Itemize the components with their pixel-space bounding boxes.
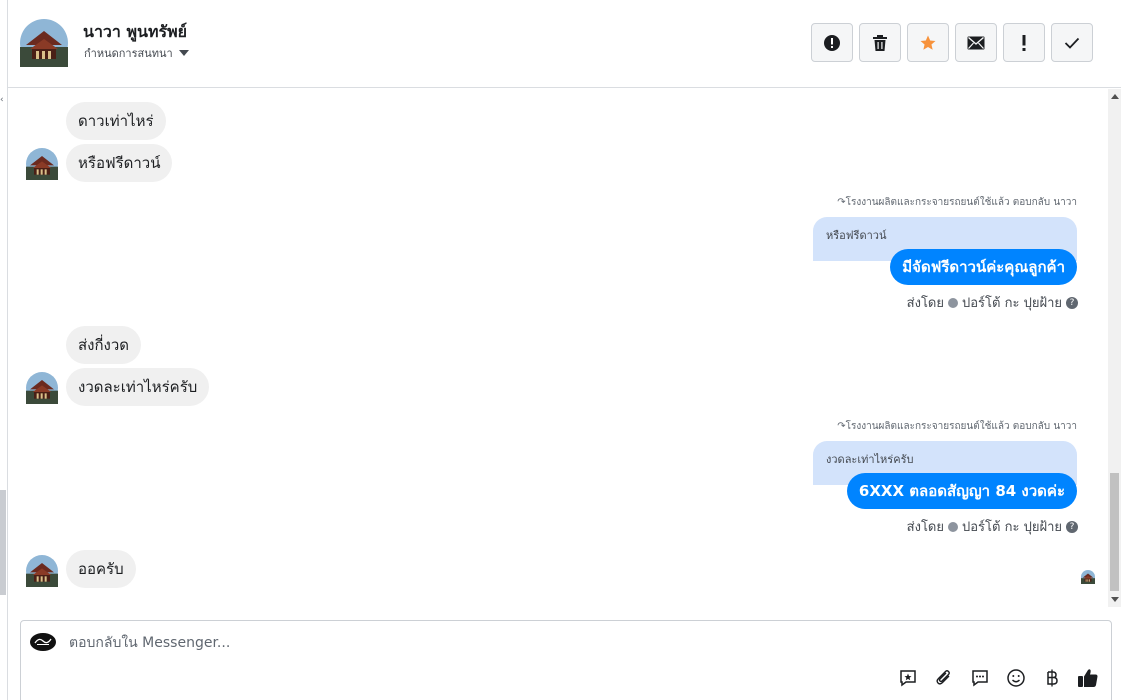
scrollbar-thumb[interactable]	[1110, 473, 1119, 591]
alert-circle-icon	[824, 34, 840, 51]
contact-avatar[interactable]	[20, 19, 68, 67]
assign-conversation-label: กำหนดการสนทนา	[84, 47, 173, 60]
follow-up-button[interactable]	[1003, 23, 1045, 62]
sent-by-prefix: ส่งโดย	[906, 296, 944, 311]
done-button[interactable]	[1051, 23, 1093, 62]
left-edge-panel: ‹	[0, 0, 8, 700]
conversation-toolbar	[811, 23, 1093, 62]
trash-icon	[873, 34, 887, 51]
envelope-icon	[967, 36, 985, 49]
verified-icon	[948, 521, 958, 532]
mark-unread-button[interactable]	[955, 23, 997, 62]
outgoing-message[interactable]: มีจัดฟรีดาวน์ค่ะคุณลูกค้า	[890, 249, 1077, 285]
incoming-message[interactable]: งวดละเท่าไหร่ครับ	[66, 368, 210, 406]
checkmark-icon	[1064, 37, 1080, 49]
reply-input[interactable]	[69, 633, 769, 653]
sent-by-info: ส่งโดย ปอร์โต้ กะ ปุยฝ้าย ?	[907, 516, 1078, 537]
saved-reply-button[interactable]	[897, 667, 919, 689]
left-panel-scrollbar[interactable]	[0, 490, 6, 595]
reply-arrow-icon: ↷	[837, 421, 846, 432]
payment-button[interactable]	[1041, 667, 1063, 689]
page-logo-avatar	[30, 633, 56, 651]
help-icon[interactable]: ?	[1066, 520, 1078, 533]
incoming-message[interactable]: หรือฟรีดาวน์	[66, 144, 173, 182]
message-composer	[20, 620, 1112, 700]
message-thread: ดาวเท่าไหร่ หรือฟรีดาวน์ ↷โรงงานผลิตและก…	[8, 89, 1108, 607]
thread-scrollbar[interactable]	[1108, 89, 1121, 607]
attachment-icon	[936, 670, 950, 685]
like-button[interactable]	[1077, 667, 1099, 689]
chat-bubble-icon	[972, 670, 988, 687]
scroll-down-arrow-icon[interactable]	[1111, 597, 1119, 602]
assign-conversation-dropdown[interactable]: กำหนดการสนทนา	[84, 44, 189, 62]
incoming-message[interactable]: ส่งกี่งวด	[66, 326, 142, 364]
sent-by-prefix: ส่งโดย	[906, 520, 944, 535]
reply-arrow-icon: ↷	[837, 197, 846, 208]
incoming-message[interactable]: ดาวเท่าไหร่	[66, 102, 166, 140]
composer-tools	[897, 667, 1099, 689]
attachment-button[interactable]	[933, 667, 955, 689]
contact-avatar-small[interactable]	[26, 555, 58, 587]
baht-icon	[1047, 669, 1058, 687]
reply-meta-text: โรงงานผลิตและกระจายรถยนต์ใช้แล้ว ตอบกลับ…	[845, 421, 1077, 432]
collapse-indicator[interactable]: ‹	[0, 95, 4, 105]
conversation-header: นาวา พูนทรัพย์ กำหนดการสนทนา	[8, 0, 1121, 88]
outgoing-message[interactable]: 6XXX ตลอดสัญญา 84 งวดค่ะ	[846, 473, 1077, 509]
delete-button[interactable]	[859, 23, 901, 62]
star-icon	[920, 35, 936, 50]
exclamation-icon	[1022, 34, 1026, 51]
contact-avatar-small[interactable]	[26, 372, 58, 404]
seen-receipt-avatar	[1081, 570, 1095, 584]
contact-avatar-small[interactable]	[26, 148, 58, 180]
caret-down-icon	[178, 50, 189, 56]
quick-reply-button[interactable]	[969, 667, 991, 689]
spam-button[interactable]	[811, 23, 853, 62]
help-icon[interactable]: ?	[1066, 296, 1078, 309]
incoming-message[interactable]: ออครับ	[66, 550, 136, 588]
emoji-button[interactable]	[1005, 667, 1027, 689]
sent-by-name[interactable]: ปอร์โต้ กะ ปุยฝ้าย	[962, 516, 1062, 537]
reply-meta: ↷โรงงานผลิตและกระจายรถยนต์ใช้แล้ว ตอบกลั…	[837, 419, 1077, 434]
thumbs-up-icon	[1078, 669, 1098, 687]
scroll-up-arrow-icon[interactable]	[1111, 94, 1119, 99]
sent-by-info: ส่งโดย ปอร์โต้ กะ ปุยฝ้าย ?	[907, 292, 1078, 313]
verified-icon	[948, 297, 958, 308]
emoji-icon	[1007, 669, 1025, 687]
star-button[interactable]	[907, 23, 949, 62]
contact-name[interactable]: นาวา พูนทรัพย์	[83, 20, 187, 45]
reply-meta-text: โรงงานผลิตและกระจายรถยนต์ใช้แล้ว ตอบกลับ…	[845, 197, 1077, 208]
sent-by-name[interactable]: ปอร์โต้ กะ ปุยฝ้าย	[962, 292, 1062, 313]
reply-meta: ↷โรงงานผลิตและกระจายรถยนต์ใช้แล้ว ตอบกลั…	[837, 195, 1077, 210]
saved-reply-icon	[900, 670, 916, 687]
